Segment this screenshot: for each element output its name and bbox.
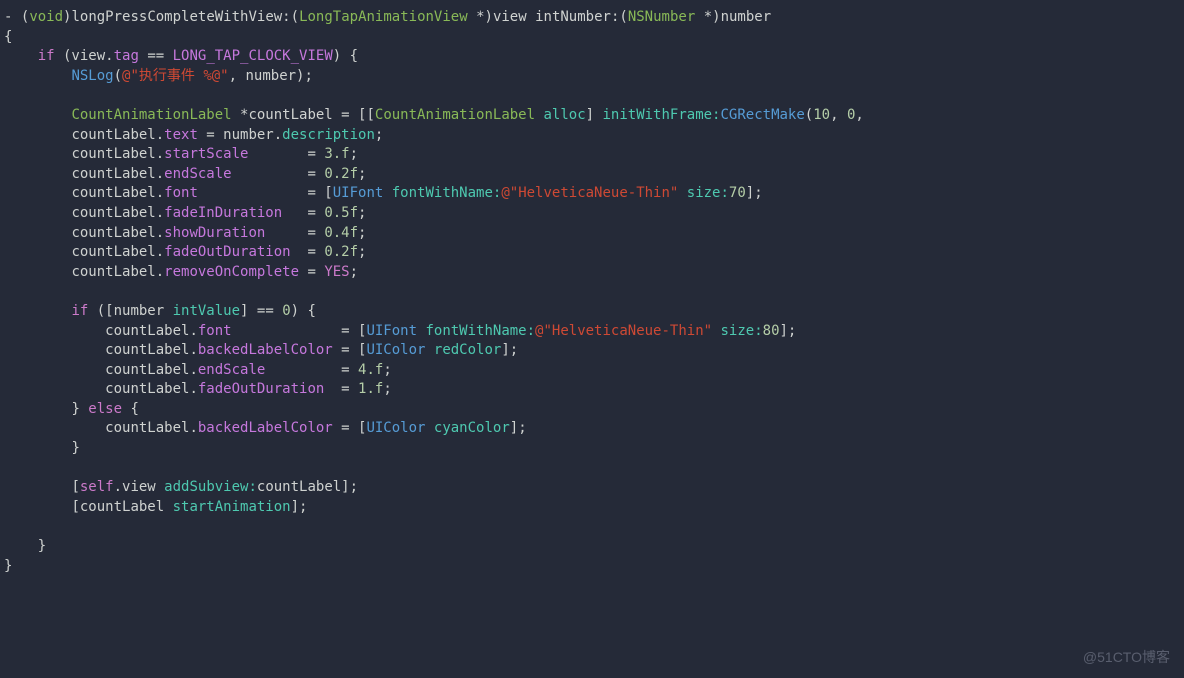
code-line: countLabel.endScale = 4.f; (4, 362, 392, 378)
code-line: [countLabel startAnimation]; (4, 499, 307, 515)
code-block: - (void)longPressCompleteWithView:(LongT… (4, 8, 1180, 576)
code-line: countLabel.font = [UIFont fontWithName:@… (4, 323, 796, 339)
code-line: countLabel.text = number.description; (4, 127, 383, 143)
code-line: countLabel.font = [UIFont fontWithName:@… (4, 185, 763, 201)
code-line (4, 460, 12, 476)
code-line: } else { (4, 401, 139, 417)
code-line: countLabel.showDuration = 0.4f; (4, 225, 366, 241)
watermark-text: @51CTO博客 (1083, 648, 1170, 668)
code-line: countLabel.removeOnComplete = YES; (4, 264, 358, 280)
code-line: countLabel.backedLabelColor = [UIColor c… (4, 420, 527, 436)
code-line: countLabel.backedLabelColor = [UIColor r… (4, 342, 518, 358)
code-line: countLabel.fadeOutDuration = 1.f; (4, 381, 392, 397)
code-line: { (4, 29, 12, 45)
code-line (4, 87, 12, 103)
code-line: } (4, 440, 80, 456)
code-line: } (4, 538, 46, 554)
code-line: NSLog(@"执行事件 %@", number); (4, 68, 313, 84)
code-line: if ([number intValue] == 0) { (4, 303, 316, 319)
code-line: if (view.tag == LONG_TAP_CLOCK_VIEW) { (4, 48, 358, 64)
code-line: countLabel.fadeOutDuration = 0.2f; (4, 244, 366, 260)
code-line: - (void)longPressCompleteWithView:(LongT… (4, 9, 771, 25)
code-line (4, 518, 12, 534)
code-line: countLabel.fadeInDuration = 0.5f; (4, 205, 366, 221)
code-line: countLabel.startScale = 3.f; (4, 146, 358, 162)
code-line: } (4, 558, 12, 574)
code-line: CountAnimationLabel *countLabel = [[Coun… (4, 107, 864, 123)
code-line (4, 283, 12, 299)
code-line: [self.view addSubview:countLabel]; (4, 479, 358, 495)
code-line: countLabel.endScale = 0.2f; (4, 166, 366, 182)
